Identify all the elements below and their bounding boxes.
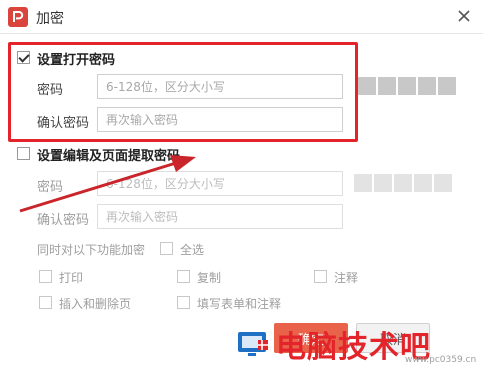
watermark: 电脑技术吧 <box>236 322 431 366</box>
annotation-arrow <box>19 155 196 213</box>
watermark-logo-icon <box>238 332 268 356</box>
watermark-url: www.pc0359.cn <box>405 355 477 365</box>
